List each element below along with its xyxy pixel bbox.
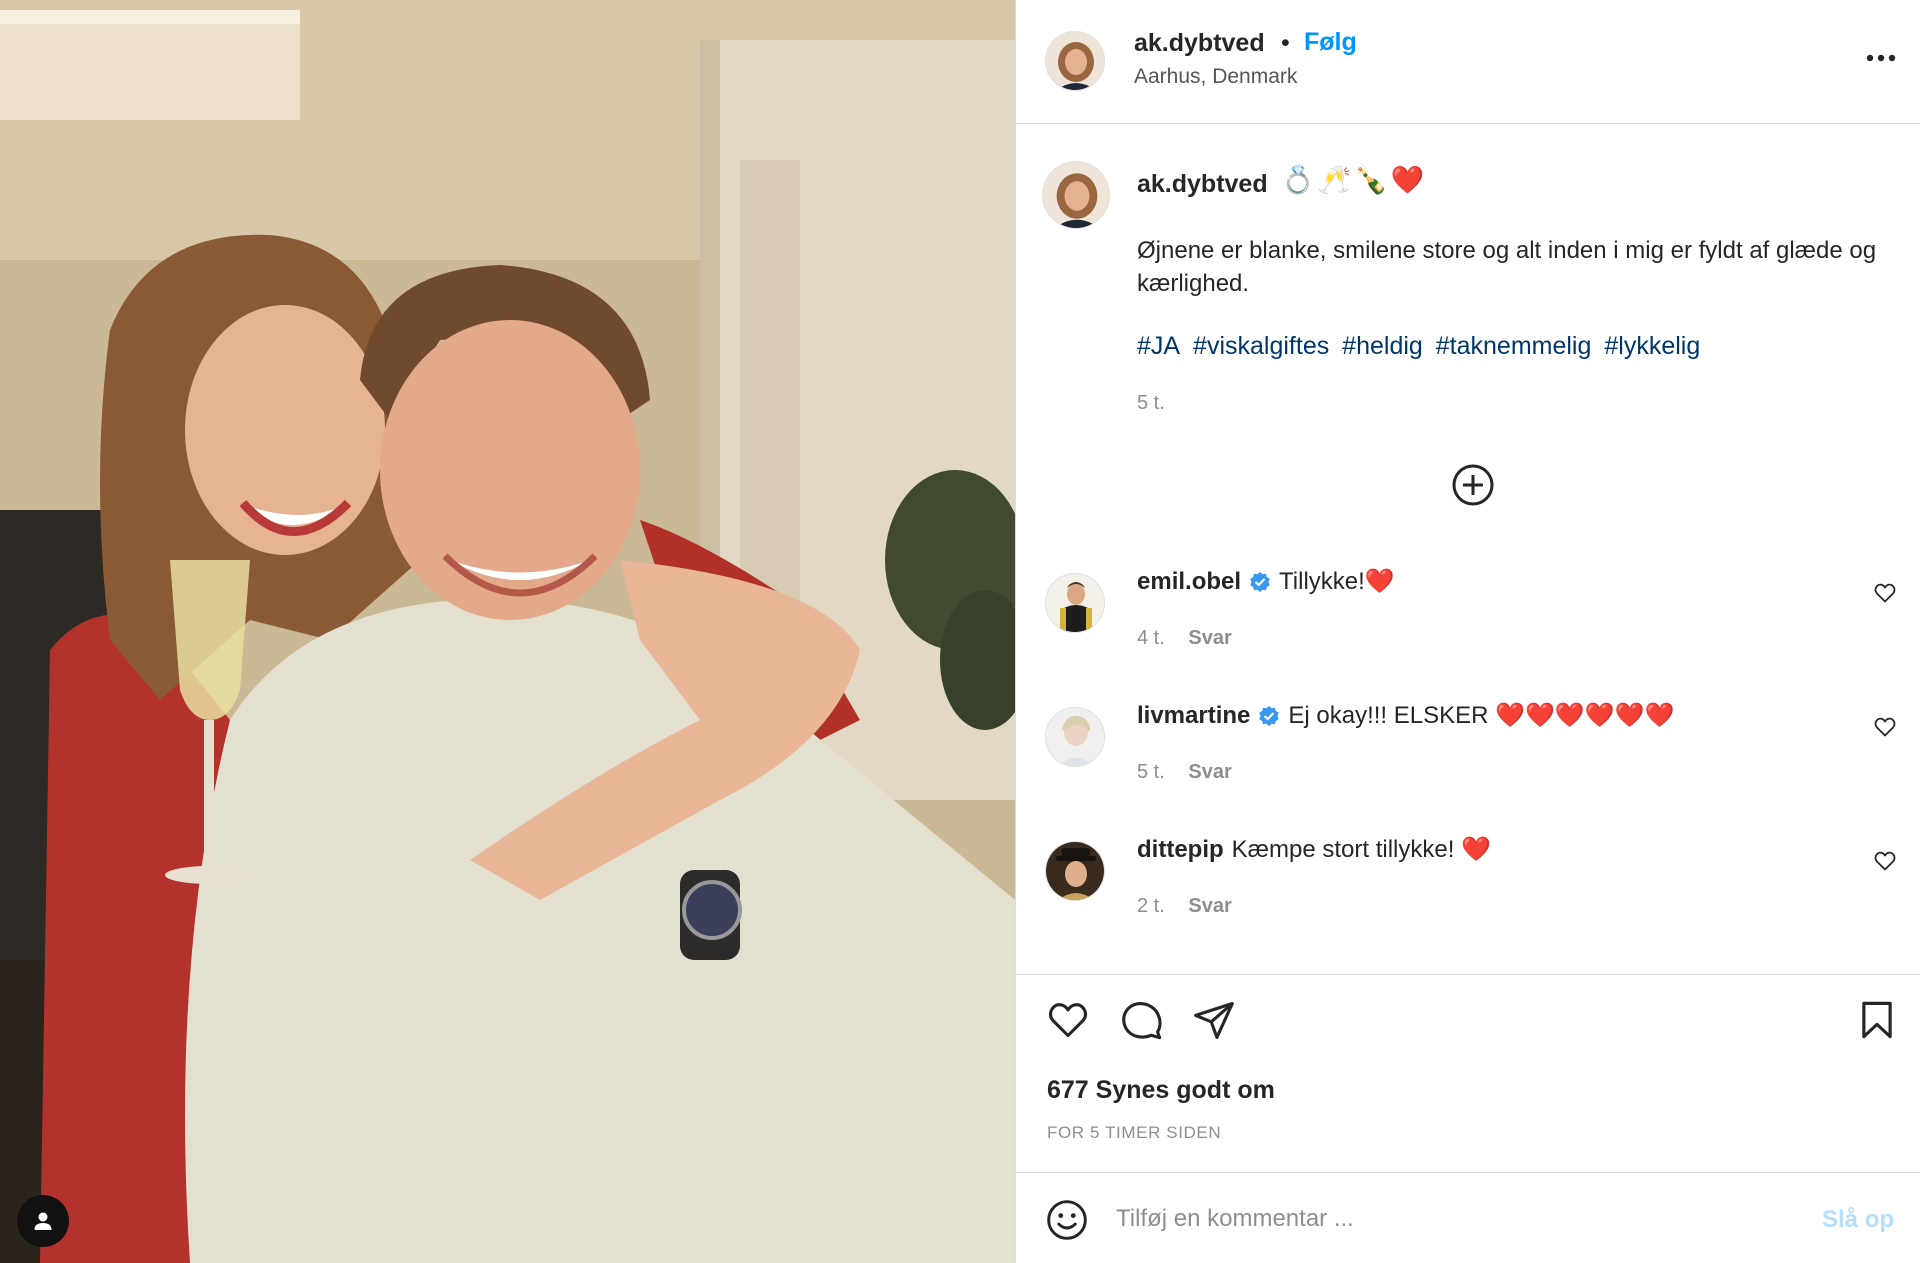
author-avatar[interactable] — [1045, 31, 1105, 91]
hashtag-link[interactable]: #lykkelig — [1604, 332, 1700, 360]
author-username[interactable]: ak.dybtved — [1134, 29, 1265, 58]
caption-username[interactable]: ak.dybtved — [1137, 170, 1268, 199]
caption-hashtags: #JA #viskalgiftes #heldig #taknemmelig #… — [1137, 332, 1706, 361]
like-comment-heart-icon[interactable] — [1873, 849, 1897, 873]
comment-text: Tillykke!❤️ — [1279, 568, 1395, 595]
comment-text: Kæmpe stort tillykke! ❤️ — [1231, 836, 1491, 863]
post-comment-button[interactable]: Slå op — [1822, 1206, 1894, 1234]
speech-bubble-icon — [1122, 1002, 1162, 1040]
actions-divider — [1016, 974, 1920, 975]
bookmark-icon — [1862, 1001, 1892, 1039]
caption-author-avatar[interactable] — [1042, 161, 1110, 229]
comment-text: Ej okay!!! ELSKER ❤️❤️❤️❤️❤️❤️ — [1288, 702, 1675, 729]
more-horizontal-icon — [1866, 54, 1896, 62]
heart-icon — [1048, 1003, 1088, 1038]
caption-emojis: 💍 🥂 🍾 ❤️ — [1281, 164, 1425, 196]
load-more-comments-button[interactable] — [1450, 462, 1496, 508]
commenter-avatar[interactable] — [1045, 841, 1105, 901]
comment-meta: 4 t. Svar — [1137, 627, 1232, 650]
comment-line: dittepip Kæmpe stort tillykke! ❤️ — [1137, 835, 1491, 864]
follow-button[interactable]: Følg — [1304, 28, 1357, 57]
post-header: ak.dybtved • Følg Aarhus, Denmark — [1016, 0, 1920, 124]
like-comment-heart-icon[interactable] — [1873, 715, 1897, 739]
post-timestamp[interactable]: FOR 5 TIMER SIDEN — [1047, 1123, 1221, 1143]
post-location[interactable]: Aarhus, Denmark — [1134, 65, 1297, 89]
save-button[interactable] — [1852, 995, 1902, 1045]
photo-illustration — [0, 0, 1015, 1263]
hashtag-link[interactable]: #viskalgiftes — [1193, 332, 1329, 360]
add-comment-bar: Slå op — [1016, 1172, 1920, 1263]
paper-plane-icon — [1194, 1001, 1234, 1039]
comment-time[interactable]: 4 t. — [1137, 627, 1165, 649]
caption-time[interactable]: 5 t. — [1137, 392, 1165, 415]
separator-dot: • — [1281, 29, 1290, 57]
clinking-glasses-emoji: 🥂 — [1317, 165, 1352, 195]
like-comment-heart-icon[interactable] — [1873, 581, 1897, 605]
reply-button[interactable]: Svar — [1188, 895, 1231, 917]
champagne-bottle-emoji: 🍾 — [1354, 165, 1388, 195]
caption-text: Øjnene er blanke, smilene store og alt i… — [1137, 237, 1877, 297]
commenter-username[interactable]: dittepip — [1137, 836, 1224, 864]
comment-item: dittepip Kæmpe stort tillykke! ❤️ 2 t. S… — [1016, 835, 1920, 945]
commenter-username[interactable]: livmartine — [1137, 702, 1250, 730]
comment-meta: 2 t. Svar — [1137, 895, 1232, 918]
comment-item: emil.obel Tillykke!❤️ 4 t. Svar — [1016, 567, 1920, 677]
commenter-username[interactable]: emil.obel — [1137, 568, 1241, 596]
user-icon — [34, 1212, 52, 1230]
post-photo[interactable] — [0, 0, 1015, 1263]
ring-emoji: 💍 — [1281, 165, 1315, 195]
red-heart-emoji: ❤️ — [1390, 165, 1425, 195]
hashtag-link[interactable]: #JA — [1137, 332, 1180, 360]
commenter-avatar[interactable] — [1045, 573, 1105, 633]
emoji-smiley-icon[interactable] — [1045, 1198, 1089, 1242]
comment-meta: 5 t. Svar — [1137, 761, 1232, 784]
reply-button[interactable]: Svar — [1188, 761, 1231, 783]
more-options-button[interactable] — [1856, 38, 1906, 78]
comment-item: livmartine Ej okay!!! ELSKER ❤️❤️❤️❤️❤️❤… — [1016, 701, 1920, 811]
plus-circle-icon — [1452, 464, 1494, 506]
comment-line: livmartine Ej okay!!! ELSKER ❤️❤️❤️❤️❤️❤… — [1137, 701, 1674, 730]
hashtag-link[interactable]: #taknemmelig — [1436, 332, 1592, 360]
hashtag-link[interactable]: #heldig — [1342, 332, 1423, 360]
comment-time[interactable]: 5 t. — [1137, 761, 1165, 783]
like-button[interactable] — [1043, 995, 1093, 1045]
share-button[interactable] — [1189, 995, 1239, 1045]
verified-badge-icon — [1259, 705, 1280, 726]
commenter-avatar[interactable] — [1045, 707, 1105, 767]
comment-line: emil.obel Tillykke!❤️ — [1137, 567, 1395, 596]
like-count[interactable]: 677 Synes godt om — [1047, 1076, 1275, 1105]
reply-button[interactable]: Svar — [1188, 627, 1231, 649]
comment-button[interactable] — [1117, 995, 1167, 1045]
verified-badge-icon — [1250, 571, 1270, 592]
tagged-users-button[interactable] — [17, 1195, 69, 1247]
post-details-panel: ak.dybtved • Følg Aarhus, Denmark ak.dyb… — [1015, 0, 1920, 1263]
comment-time[interactable]: 2 t. — [1137, 895, 1165, 917]
add-comment-input[interactable] — [1116, 1195, 1766, 1243]
